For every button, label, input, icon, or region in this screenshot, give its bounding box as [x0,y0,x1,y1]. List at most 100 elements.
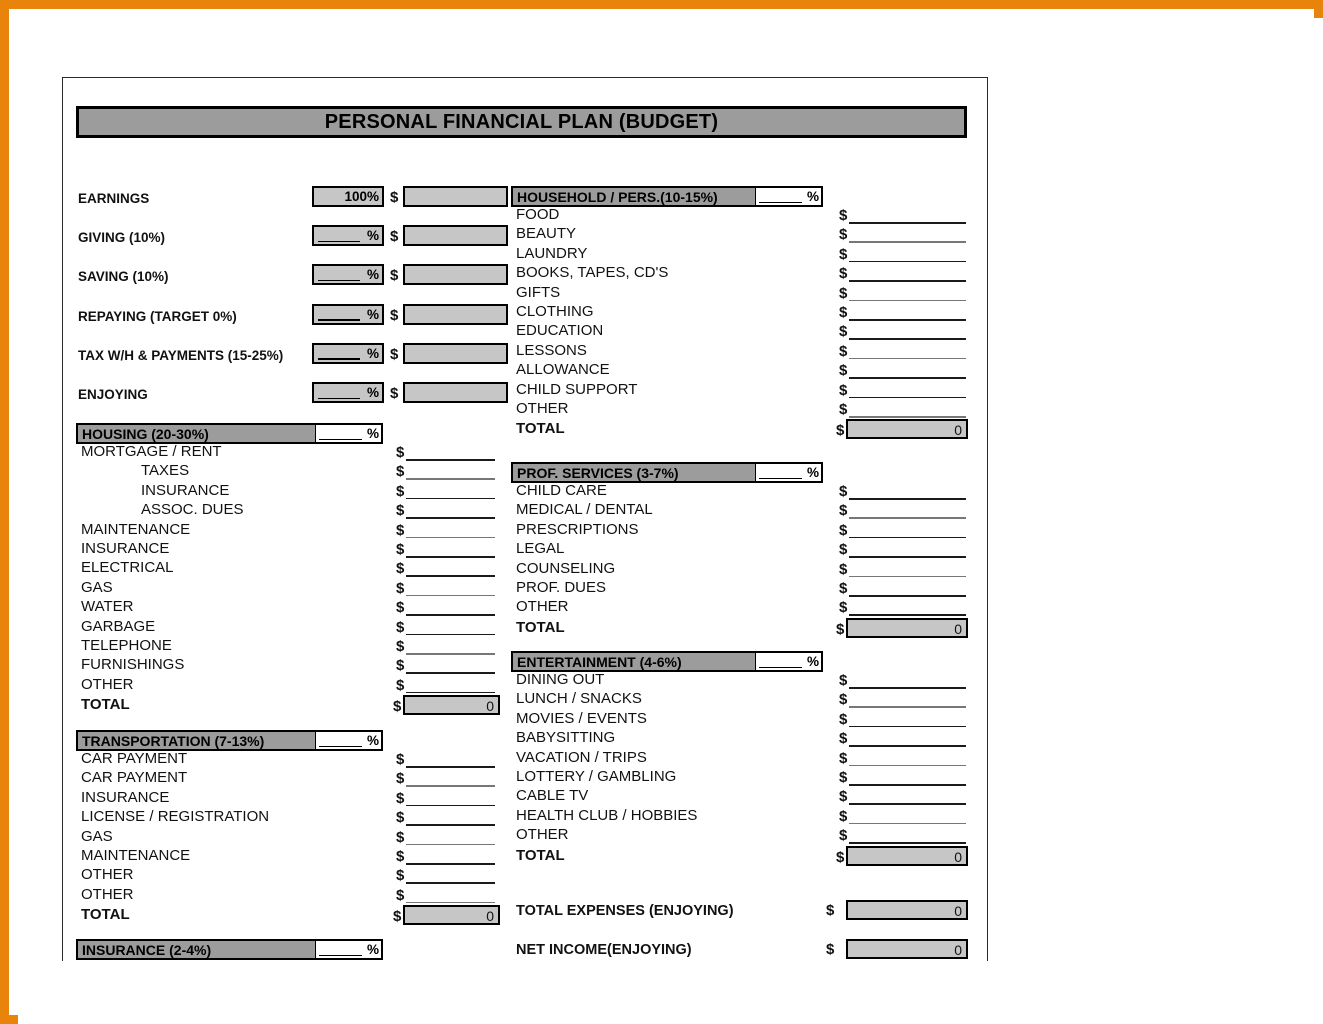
line-item-rule[interactable] [849,280,966,282]
line-item-rule[interactable] [849,784,966,786]
dollar-sign: $ [839,807,848,825]
line-item-rule[interactable] [406,614,495,616]
line-item-rule[interactable] [849,498,966,500]
earnings-amount-field[interactable] [403,264,508,286]
dollar-sign: $ [390,385,399,402]
line-item-label: GAS [81,827,113,845]
section-percent-field[interactable]: % [315,941,381,958]
percent-underline [318,240,360,243]
line-item-rule[interactable] [406,672,495,674]
line-item-rule[interactable] [406,653,495,655]
earnings-percent-value: % [366,306,379,322]
line-item-rule[interactable] [406,594,495,597]
earnings-amount-field[interactable] [403,225,508,247]
line-item-rule[interactable] [849,706,966,708]
line-item-rule[interactable] [849,842,966,844]
line-item-rule[interactable] [849,517,966,519]
section-percent-field[interactable]: % [755,188,821,205]
section-header-housing: HOUSING (20-30%)% [76,423,383,444]
line-item-rule[interactable] [406,575,495,577]
section-percent-field[interactable]: % [755,464,821,481]
line-item-rule[interactable] [406,478,495,480]
line-item-rule[interactable] [849,338,966,340]
section-percent-value: % [806,465,819,480]
earnings-percent-value: % [366,267,379,283]
line-item-rule[interactable] [406,459,495,461]
dollar-sign: $ [390,228,399,246]
dollar-sign: $ [839,749,848,767]
line-item-rule[interactable] [406,785,495,787]
total-expenses-field: 0 [846,900,968,920]
section-percent-field[interactable]: % [755,653,821,670]
dollar-sign: $ [839,226,848,244]
line-item-rule[interactable] [849,745,966,747]
earnings-amount-field[interactable] [403,186,508,207]
line-item-rule[interactable] [849,575,966,578]
line-item-rule[interactable] [849,319,966,321]
line-item-rule[interactable] [849,822,966,825]
line-item-rule[interactable] [849,357,966,360]
dollar-sign: $ [839,502,848,520]
line-item-rule[interactable] [849,803,966,805]
dollar-sign: $ [839,401,848,418]
earnings-amount-field[interactable] [403,382,508,403]
dollar-sign: $ [396,809,405,827]
line-item-label: CLOTHING [516,303,594,320]
dollar-sign: $ [839,691,848,709]
line-item-rule[interactable] [849,396,966,399]
section-percent-field[interactable]: % [315,425,381,442]
line-item-rule[interactable] [406,804,495,807]
line-item-rule[interactable] [406,517,495,519]
dollar-sign: $ [396,867,405,885]
section-header-transportation: TRANSPORTATION (7-13%)% [76,730,383,751]
dollar-sign: $ [396,638,405,655]
line-item-rule[interactable] [406,691,495,694]
line-item-rule[interactable] [849,725,966,728]
line-item-rule[interactable] [406,536,495,539]
line-item-rule[interactable] [406,882,495,884]
line-item-rule[interactable] [849,260,966,263]
dollar-sign: $ [396,463,405,481]
line-item-rule[interactable] [849,299,966,302]
dollar-sign: $ [396,482,405,500]
line-item-rule[interactable] [406,901,495,904]
earnings-percent-field[interactable]: % [312,342,384,364]
line-item-rule[interactable] [406,766,495,768]
line-item-label: BOOKS, TAPES, CD'S [516,264,669,282]
line-item-rule[interactable] [849,614,966,616]
document-title-bar: PERSONAL FINANCIAL PLAN (BUDGET) [76,106,967,138]
line-item-rule[interactable] [406,556,495,558]
line-item-rule[interactable] [406,843,495,846]
dollar-sign: $ [390,189,399,206]
earnings-amount-field[interactable] [403,303,508,325]
line-item-rule[interactable] [849,687,966,689]
dollar-sign: $ [836,848,845,866]
line-item-label: OTHER [81,675,134,693]
dollar-sign: $ [396,828,405,846]
line-item-rule[interactable] [406,863,495,865]
line-item-rule[interactable] [406,633,495,636]
earnings-percent-field[interactable]: % [312,225,384,247]
dollar-sign: $ [396,676,405,694]
line-item-rule[interactable] [849,377,966,379]
line-item-rule[interactable] [406,824,495,826]
section-total-value: 0 [954,620,962,637]
earnings-percent-field[interactable]: % [312,264,384,286]
line-item-rule[interactable] [849,222,966,224]
line-item-rule[interactable] [849,536,966,539]
earnings-amount-field[interactable] [403,342,508,364]
line-item-rule[interactable] [849,241,966,243]
earnings-percent-field[interactable]: % [312,382,384,403]
section-total-label: TOTAL [516,420,565,438]
earnings-percent-field[interactable]: % [312,303,384,325]
section-percent-field[interactable]: % [315,732,381,749]
line-item-rule[interactable] [849,595,966,597]
earnings-row-label: REPAYING (TARGET 0%) [78,308,237,324]
line-item-rule[interactable] [849,556,966,558]
earnings-percent-field[interactable]: 100% [312,186,384,207]
section-percent-value: % [366,942,379,957]
line-item-rule[interactable] [849,764,966,767]
dollar-sign: $ [836,422,845,440]
line-item-rule[interactable] [849,416,966,418]
line-item-rule[interactable] [406,497,495,500]
